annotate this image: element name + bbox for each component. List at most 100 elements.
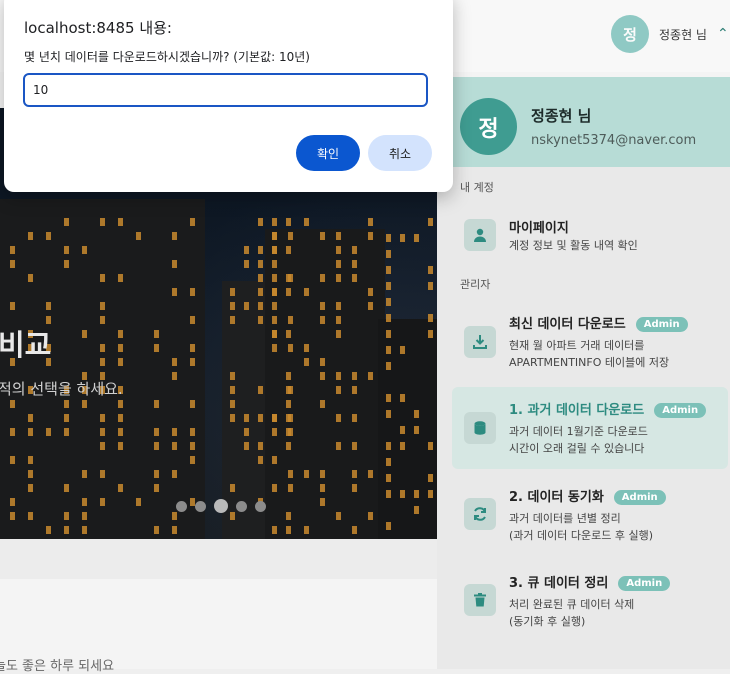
lit-window: [190, 218, 195, 226]
lit-window: [286, 218, 291, 226]
lit-window: [272, 302, 277, 310]
desc-line: 과거 데이터 1월기준 다운로드: [509, 425, 648, 438]
menu-item-queue-cleanup[interactable]: 3. 큐 데이터 정리 Admin 처리 완료된 큐 데이터 삭제 (동기화 후 실…: [452, 564, 730, 642]
lit-window: [230, 400, 235, 408]
lit-window: [258, 456, 263, 464]
cancel-button[interactable]: 취소: [368, 135, 432, 171]
lit-window: [136, 498, 141, 506]
admin-badge: Admin: [654, 403, 707, 418]
lit-window: [400, 346, 405, 354]
lit-window: [100, 302, 105, 310]
lit-window: [190, 442, 195, 450]
lit-window: [118, 344, 123, 352]
lit-window: [320, 302, 325, 310]
lit-window: [10, 428, 15, 436]
menu-item-mypage[interactable]: 마이페이지 계정 정보 및 활동 내역 확인: [452, 199, 730, 277]
lit-window: [320, 400, 325, 408]
lit-window: [386, 490, 391, 498]
lit-window: [386, 410, 391, 418]
carousel-dot[interactable]: [255, 500, 266, 512]
lit-window: [304, 526, 309, 534]
carousel-dot[interactable]: [195, 500, 206, 512]
lit-window: [428, 314, 433, 322]
lit-window: [154, 330, 159, 338]
lit-window: [352, 414, 357, 422]
greeting-text: 늘도 좋은 하루 되세요: [0, 659, 115, 674]
lit-window: [258, 442, 263, 450]
lit-window: [190, 288, 195, 296]
lit-window: [28, 484, 33, 492]
lit-window: [272, 330, 277, 338]
lit-window: [320, 316, 325, 324]
menu-item-past-download[interactable]: 1. 과거 데이터 다운로드 Admin 과거 데이터 1월기준 다운로드 시간이 …: [452, 387, 728, 469]
ok-button[interactable]: 확인: [296, 135, 360, 171]
lit-window: [386, 266, 391, 274]
lit-window: [336, 372, 341, 380]
dialog-title: localhost:8485 내용:: [24, 19, 172, 37]
lit-window: [82, 498, 87, 506]
lit-window: [100, 498, 105, 506]
lit-window: [352, 386, 357, 394]
lit-window: [172, 232, 177, 240]
lit-window: [336, 232, 341, 240]
lit-window: [272, 414, 277, 422]
carousel-dot-active[interactable]: [214, 499, 228, 513]
desc-line: 과거 데이터를 년별 정리: [509, 512, 621, 525]
lit-window: [336, 260, 341, 268]
carousel-dot[interactable]: [176, 500, 187, 512]
lit-window: [368, 512, 373, 520]
person-icon: [464, 219, 496, 251]
lit-window: [258, 316, 263, 324]
menu-item-desc: 현재 월 아파트 거래 데이터를 APARTMENTINFO 테이블에 저장: [509, 337, 669, 371]
profile-name: 정종현 님: [531, 107, 592, 125]
lit-window: [272, 316, 277, 324]
lit-window: [100, 442, 105, 450]
lit-window: [386, 314, 391, 322]
lit-window: [64, 526, 69, 534]
lit-window: [46, 232, 51, 240]
lit-window: [272, 260, 277, 268]
admin-badge: Admin: [613, 490, 666, 505]
lit-window: [118, 330, 123, 338]
user-menu-toggle[interactable]: 정 정종현 님 ⌃: [611, 15, 729, 53]
lit-window: [172, 470, 177, 478]
lit-window: [64, 512, 69, 520]
lit-window: [258, 274, 263, 282]
lit-window: [172, 260, 177, 268]
years-input[interactable]: [23, 73, 428, 107]
building-right: [265, 229, 385, 539]
lit-window: [258, 260, 263, 268]
lit-window: [230, 372, 235, 380]
lit-window: [368, 470, 373, 478]
lit-window: [10, 302, 15, 310]
lit-window: [172, 288, 177, 296]
menu-item-title-text: 2. 데이터 동기화: [509, 490, 604, 505]
lit-window: [368, 302, 373, 310]
menu-item-latest-download[interactable]: 최신 데이터 다운로드 Admin 현재 월 아파트 거래 데이터를 APARTME…: [452, 304, 730, 382]
lit-window: [386, 458, 391, 466]
lit-window: [386, 250, 391, 258]
menu-item-sync[interactable]: 2. 데이터 동기화 Admin 과거 데이터를 년별 정리 (과거 데이터 다운로…: [452, 478, 730, 556]
lit-window: [400, 490, 405, 498]
menu-item-title: 2. 데이터 동기화 Admin: [509, 486, 666, 505]
lit-window: [336, 386, 341, 394]
lit-window: [272, 456, 277, 464]
desc-line: 처리 완료된 큐 데이터 삭제: [509, 598, 635, 611]
carousel-dot[interactable]: [236, 500, 247, 512]
lit-window: [230, 288, 235, 296]
lit-window: [46, 302, 51, 310]
lit-window: [118, 218, 123, 226]
lit-window: [428, 490, 433, 498]
carousel-dots: [176, 499, 266, 513]
lit-window: [118, 442, 123, 450]
lit-window: [64, 246, 69, 254]
lit-window: [172, 358, 177, 366]
lit-window: [28, 274, 33, 282]
lit-window: [400, 394, 405, 402]
lit-window: [10, 260, 15, 268]
lit-window: [244, 246, 249, 254]
lit-window: [386, 394, 391, 402]
lit-window: [154, 428, 159, 436]
lit-window: [336, 442, 341, 450]
lit-window: [28, 414, 33, 422]
